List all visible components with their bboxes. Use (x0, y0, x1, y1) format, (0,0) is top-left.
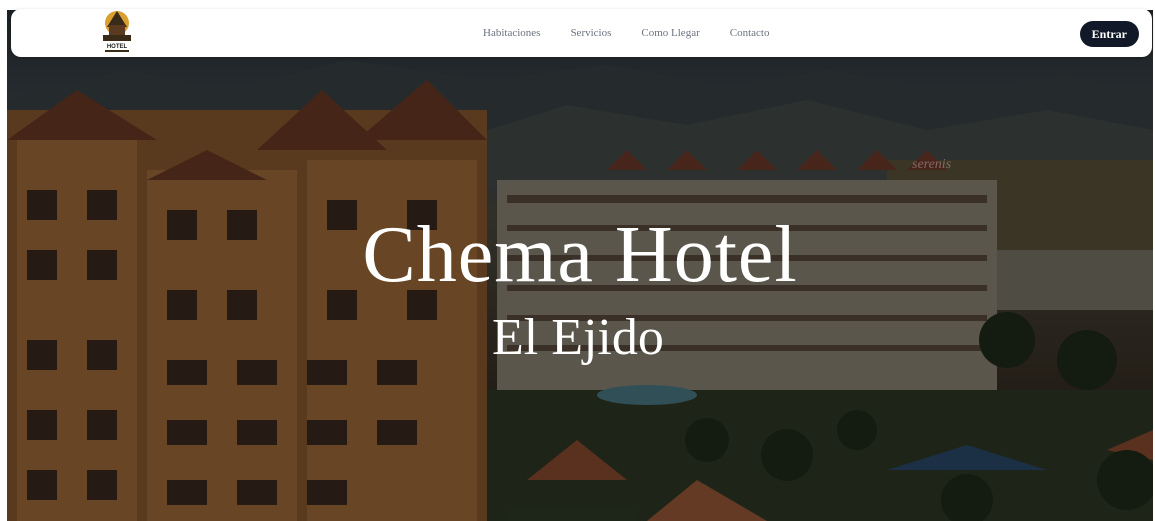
hero-text: Chema Hotel El Ejido (7, 210, 1153, 373)
hero-subtitle: El Ejido (492, 309, 664, 366)
hero-section: serenis Chema Hotel El Ejido (7, 10, 1153, 521)
main-nav: Habitaciones Servicios Como Llegar Conta… (483, 9, 769, 57)
hotel-logo[interactable]: HOTEL (91, 5, 143, 57)
page: serenis Chema Hotel El Ejido HOTEL Habit… (0, 0, 1155, 521)
nav-link-servicios[interactable]: Servicios (570, 27, 611, 39)
hero-title: Chema Hotel (362, 211, 798, 299)
logo-text: HOTEL (107, 44, 128, 50)
navbar: HOTEL Habitaciones Servicios Como Llegar… (11, 9, 1152, 57)
nav-link-contacto[interactable]: Contacto (730, 27, 770, 39)
login-button[interactable]: Entrar (1079, 21, 1139, 47)
nav-link-habitaciones[interactable]: Habitaciones (483, 27, 540, 39)
nav-link-como-llegar[interactable]: Como Llegar (641, 27, 699, 39)
